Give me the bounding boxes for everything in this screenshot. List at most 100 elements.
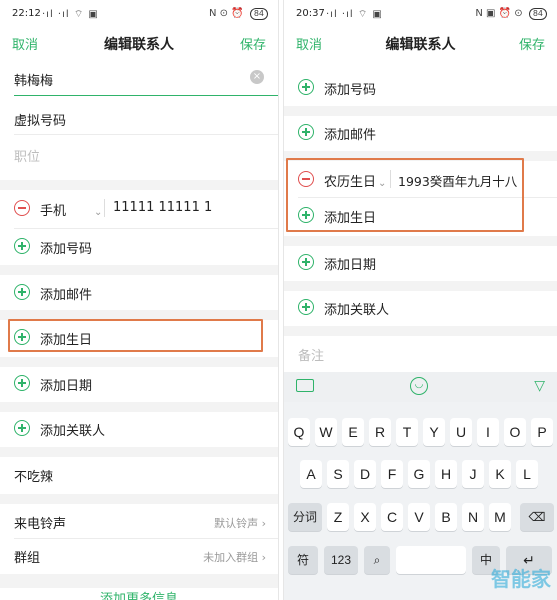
add-email-row[interactable]: 添加邮件	[0, 281, 278, 305]
section-gap	[284, 236, 557, 246]
key-b[interactable]: B	[435, 503, 457, 531]
soft-keyboard: ◡ ▽ Q W E R T Y U I O P A S D F G H J K …	[284, 372, 557, 600]
job-field[interactable]: 职位	[0, 144, 278, 172]
key-g[interactable]: G	[408, 460, 430, 488]
emoji-icon[interactable]: ◡	[410, 377, 428, 395]
phone-number[interactable]: 11111 11111 1	[113, 200, 212, 215]
section-gap	[284, 281, 557, 291]
add-icon	[298, 254, 314, 270]
remark-placeholder: 备注	[298, 349, 325, 364]
ringtone-label: 来电铃声	[14, 517, 67, 532]
add-number-label: 添加号码	[40, 242, 93, 257]
keyboard-toolbar: ◡ ▽	[284, 372, 557, 402]
key-r[interactable]: R	[369, 418, 391, 446]
add-email-label: 添加邮件	[324, 128, 377, 143]
add-number-row[interactable]: 添加号码	[0, 235, 278, 259]
status-bar: 20:37 ·ıl ·ıl ⌔ ▣ N ▣ ⏰ ⊙ 84	[284, 6, 557, 26]
battery-icon: 84	[249, 8, 268, 20]
status-time: 22:12	[12, 8, 41, 19]
section-gap	[0, 402, 278, 412]
add-email-row[interactable]: 添加邮件	[284, 121, 557, 145]
remark-field[interactable]: 备注	[284, 342, 557, 366]
note-text[interactable]: 不吃辣	[14, 466, 53, 485]
group-value: 未加入群组 ›	[203, 551, 266, 564]
key-m[interactable]: M	[489, 503, 511, 531]
add-icon	[298, 124, 314, 140]
key-o[interactable]: O	[504, 418, 526, 446]
add-date-row[interactable]: 添加日期	[0, 372, 278, 396]
save-button[interactable]: 保存	[519, 34, 545, 53]
key-w[interactable]: W	[315, 418, 337, 446]
keyboard-icon[interactable]	[296, 379, 314, 392]
virtual-number-label: 虚拟号码	[14, 114, 67, 129]
status-right-icons: N ▣ ⏰ ⊙ 84	[475, 8, 547, 20]
key-u[interactable]: U	[450, 418, 472, 446]
top-bar: 取消 编辑联系人 保存	[284, 30, 557, 56]
divider	[14, 538, 278, 539]
divider	[14, 228, 278, 229]
add-date-row[interactable]: 添加日期	[284, 251, 557, 275]
key-d[interactable]: D	[354, 460, 376, 488]
key-z[interactable]: Z	[327, 503, 349, 531]
add-related-row[interactable]: 添加关联人	[284, 296, 557, 320]
add-more-info-row[interactable]: 添加更多信息	[0, 588, 278, 600]
save-button[interactable]: 保存	[240, 34, 266, 53]
add-related-row[interactable]: 添加关联人	[0, 417, 278, 441]
key-t[interactable]: T	[396, 418, 418, 446]
clear-icon[interactable]: ×	[250, 70, 264, 84]
highlight-box	[8, 319, 263, 352]
left-screen: 22:12 ·ıl ·ıl ⌔ ▣ N ⊙ ⏰ 84 取消 编辑联系人 保存 韩…	[0, 0, 279, 600]
status-right-icons: N ⊙ ⏰ 84	[209, 8, 268, 20]
group-label: 群组	[14, 551, 41, 566]
section-gap	[0, 447, 278, 457]
chevron-down-icon: ⌄	[94, 207, 103, 218]
key-q[interactable]: Q	[288, 418, 310, 446]
key-symbols[interactable]: 符	[288, 546, 318, 574]
add-date-label: 添加日期	[40, 379, 93, 394]
section-gap	[284, 326, 557, 336]
remove-icon[interactable]	[14, 200, 30, 216]
key-a[interactable]: A	[300, 460, 322, 488]
add-more-info-link[interactable]: 添加更多信息	[0, 588, 278, 600]
key-x[interactable]: X	[354, 503, 376, 531]
section-gap	[0, 180, 278, 190]
add-icon	[298, 79, 314, 95]
name-field[interactable]: 韩梅梅 ×	[0, 68, 278, 96]
key-fenci[interactable]: 分词	[288, 503, 322, 531]
key-k[interactable]: K	[489, 460, 511, 488]
highlight-box	[286, 158, 524, 232]
backspace-key[interactable]: ⌫	[520, 503, 554, 531]
name-underline	[14, 95, 278, 96]
key-l[interactable]: L	[516, 460, 538, 488]
key-i[interactable]: I	[477, 418, 499, 446]
key-voice[interactable]: ⌕	[364, 546, 390, 574]
key-y[interactable]: Y	[423, 418, 445, 446]
page-title: 编辑联系人	[104, 37, 174, 53]
key-p[interactable]: P	[531, 418, 553, 446]
key-c[interactable]: C	[381, 503, 403, 531]
virtual-number-field[interactable]: 虚拟号码	[0, 108, 278, 136]
add-email-label: 添加邮件	[40, 288, 93, 303]
key-n[interactable]: N	[462, 503, 484, 531]
key-e[interactable]: E	[342, 418, 364, 446]
note-field[interactable]: 不吃辣	[0, 463, 278, 487]
key-f[interactable]: F	[381, 460, 403, 488]
space-key[interactable]	[396, 546, 466, 574]
phone-type[interactable]: 手机 ⌄	[40, 200, 102, 219]
key-h[interactable]: H	[435, 460, 457, 488]
group-row[interactable]: 群组 未加入群组 ›	[0, 544, 278, 568]
key-j[interactable]: J	[462, 460, 484, 488]
key-v[interactable]: V	[408, 503, 430, 531]
section-gap	[0, 357, 278, 367]
key-123[interactable]: 123	[324, 546, 358, 574]
name-value[interactable]: 韩梅梅	[14, 70, 53, 89]
phone-row[interactable]: 手机 ⌄ 11111 11111 1	[0, 197, 278, 221]
key-s[interactable]: S	[327, 460, 349, 488]
ringtone-row[interactable]: 来电铃声 默认铃声 ›	[0, 510, 278, 534]
add-icon	[14, 238, 30, 254]
field-divider	[104, 199, 105, 217]
right-screen: 20:37 ·ıl ·ıl ⌔ ▣ N ▣ ⏰ ⊙ 84 取消 编辑联系人 保存…	[283, 0, 557, 600]
add-number-row[interactable]: 添加号码	[284, 76, 557, 100]
collapse-keyboard-icon[interactable]: ▽	[534, 378, 545, 394]
divider	[14, 134, 278, 135]
